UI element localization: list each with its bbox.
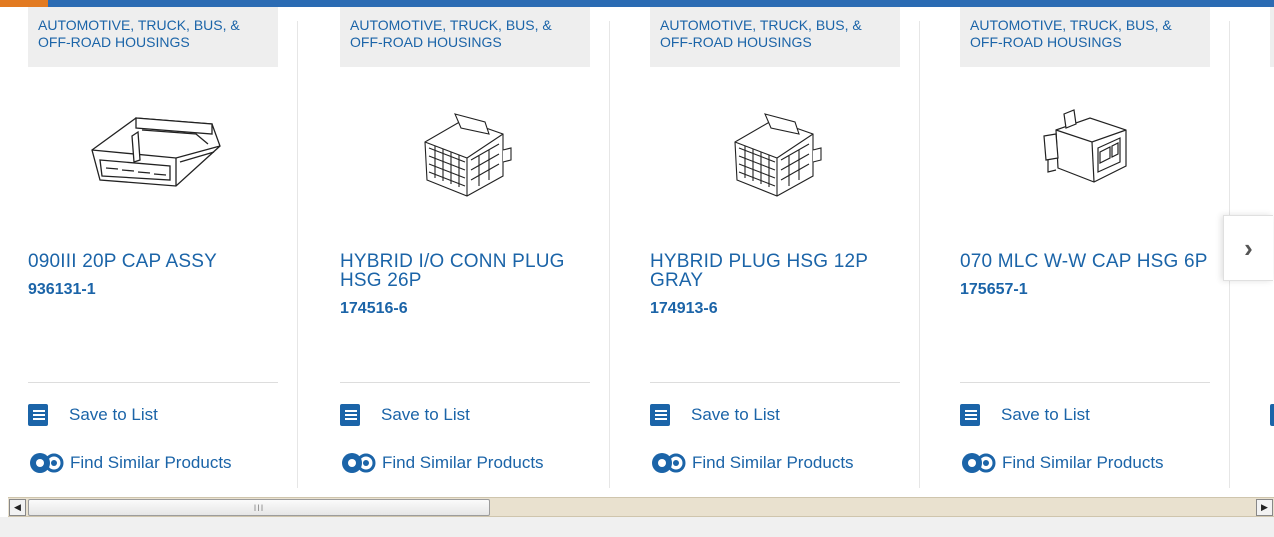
gears-icon [342, 453, 376, 473]
find-similar-button[interactable]: Find Similar Products [960, 450, 1164, 476]
find-similar-button[interactable]: Find Similar Products [28, 450, 232, 476]
divider [650, 382, 900, 383]
product-part-number[interactable]: 174516-6 [340, 300, 590, 318]
product-image[interactable] [340, 67, 590, 232]
product-image[interactable] [650, 67, 900, 232]
product-image[interactable] [960, 67, 1210, 232]
save-to-list-label: Save to List [691, 405, 780, 424]
gears-icon [30, 453, 64, 473]
top-bar [0, 0, 1274, 7]
find-similar-label: Find Similar Products [70, 453, 232, 472]
product-part-number[interactable]: 936131-1 [28, 281, 278, 299]
save-to-list-button[interactable]: Save to List [650, 404, 780, 426]
product-part-number[interactable]: 174913-6 [650, 300, 900, 318]
product-card: AUTOMOTIVE, TRUCK, BUS, & OFF-ROAD HOUSI… [320, 7, 610, 488]
hybrid-plug-image [734, 112, 822, 197]
mlc-cap-image [1043, 108, 1127, 183]
checklist-icon [28, 404, 48, 426]
find-similar-button[interactable]: Find Similar Products [340, 450, 544, 476]
carousel-next-button[interactable]: › [1223, 215, 1273, 281]
checklist-icon [650, 404, 670, 426]
product-category[interactable]: AUTOMOTIVE, TRUCK, BUS, & OFF-ROAD HOUSI… [650, 7, 900, 67]
checklist-icon [1270, 404, 1274, 426]
save-to-list-label: Save to List [69, 405, 158, 424]
divider [340, 382, 590, 383]
checklist-icon [340, 404, 360, 426]
save-to-list-label: Save to List [381, 405, 470, 424]
save-to-list-button[interactable]: Save to List [28, 404, 158, 426]
product-title[interactable]: 090III 20P CAP ASSY [28, 252, 278, 271]
product-card: AUTOMOTIVE, TRUCK, BUS, & OFF-ROAD HOUSI… [630, 7, 920, 488]
scrollbar-thumb[interactable]: III [28, 499, 490, 516]
product-category[interactable]: AUTOMOTIVE, TRUCK, BUS, & OFF-ROAD HOUSI… [340, 7, 590, 67]
scroll-right-arrow-icon[interactable]: ▶ [1256, 499, 1273, 516]
page-bottom-area [0, 517, 1274, 537]
product-card: AUTOMOTIVE, TRUCK, BUS, & OFF-ROAD HOUSI… [940, 7, 1230, 488]
product-category[interactable] [1270, 7, 1274, 67]
carousel-track: AUTOMOTIVE, TRUCK, BUS, & OFF-ROAD HOUSI… [8, 7, 1274, 488]
product-title[interactable]: 070 MLC W-W CAP HSG 6P [960, 252, 1210, 271]
horizontal-scrollbar[interactable]: ◀ III ▶ [8, 497, 1274, 517]
save-to-list-label: Save to List [1001, 405, 1090, 424]
scroll-left-arrow-icon[interactable]: ◀ [9, 499, 26, 516]
product-part-number[interactable]: 175657-1 [960, 281, 1210, 299]
gears-icon [652, 453, 686, 473]
connector-cap-image [91, 116, 221, 187]
save-to-list-button[interactable]: Save to List [960, 404, 1090, 426]
find-similar-label: Find Similar Products [382, 453, 544, 472]
product-category[interactable]: AUTOMOTIVE, TRUCK, BUS, & OFF-ROAD HOUSI… [28, 7, 278, 67]
checklist-icon [960, 404, 980, 426]
product-title[interactable]: HYBRID PLUG HSG 12P GRAY [650, 252, 900, 290]
find-similar-button[interactable]: Find Similar Products [650, 450, 854, 476]
divider [960, 382, 1210, 383]
product-image[interactable] [28, 67, 278, 232]
divider [28, 382, 278, 383]
top-bar-accent [0, 0, 48, 7]
product-card: AUTOMOTIVE, TRUCK, BUS, & OFF-ROAD HOUSI… [8, 7, 298, 488]
product-title[interactable]: HYBRID I/O CONN PLUG HSG 26P [340, 252, 590, 290]
save-to-list-button[interactable]: Save to List [340, 404, 470, 426]
gears-icon [962, 453, 996, 473]
find-similar-label: Find Similar Products [692, 453, 854, 472]
save-to-list-button[interactable] [1270, 404, 1274, 426]
product-carousel: AUTOMOTIVE, TRUCK, BUS, & OFF-ROAD HOUSI… [8, 7, 1274, 488]
find-similar-label: Find Similar Products [1002, 453, 1164, 472]
hybrid-plug-image [424, 112, 512, 197]
product-category[interactable]: AUTOMOTIVE, TRUCK, BUS, & OFF-ROAD HOUSI… [960, 7, 1210, 67]
